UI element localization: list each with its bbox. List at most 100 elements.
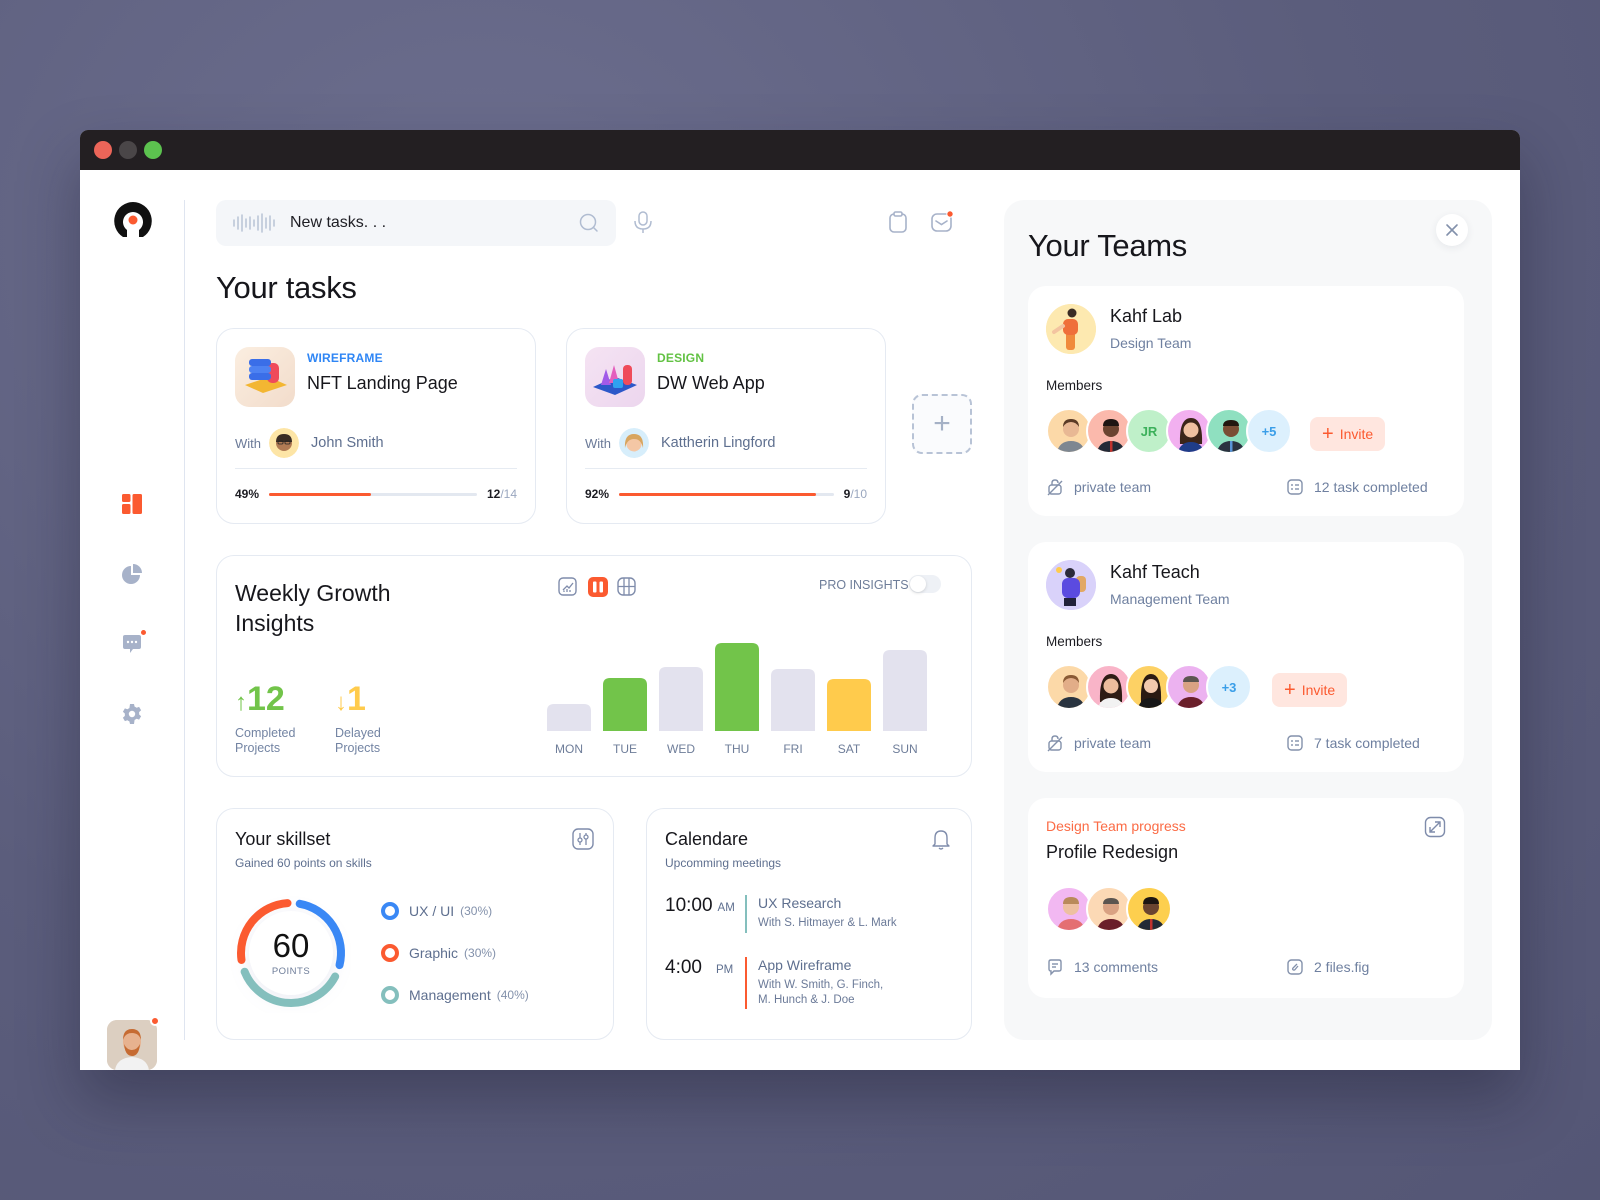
pie-chart-icon bbox=[122, 564, 142, 584]
search-icon[interactable] bbox=[578, 212, 600, 234]
close-panel-button[interactable] bbox=[1436, 214, 1468, 246]
task-thumbnail bbox=[585, 347, 645, 407]
grid-icon[interactable] bbox=[616, 576, 638, 598]
task-count: 9/10 bbox=[844, 487, 867, 501]
task-category: WIREFRAME bbox=[307, 351, 383, 365]
bar-fri[interactable] bbox=[771, 669, 815, 731]
add-task-button[interactable]: + bbox=[912, 394, 972, 454]
sliders-icon[interactable] bbox=[571, 827, 595, 851]
team-card[interactable]: Kahf Lab Design Team Members JR +5 + Invi… bbox=[1028, 286, 1464, 516]
member-avatars: JR +5 bbox=[1046, 408, 1292, 454]
maximize-window-button[interactable] bbox=[144, 141, 162, 159]
legend-item: Graphic (30%) bbox=[381, 943, 529, 963]
calendar-subtitle: Upcomming meetings bbox=[665, 856, 782, 870]
task-card[interactable]: DESIGN DW Web App With Kattherin Lingfor… bbox=[566, 328, 886, 524]
meeting-time: 4:00 PM bbox=[665, 957, 745, 1009]
assignee-avatar bbox=[269, 428, 299, 458]
invite-button[interactable]: + Invite bbox=[1310, 417, 1386, 451]
member-avatar[interactable] bbox=[1126, 886, 1172, 932]
bar-wed[interactable] bbox=[659, 667, 703, 731]
files-count[interactable]: 2 files.fig bbox=[1286, 958, 1369, 976]
skills-legend: UX / UI (30%) Graphic (30%) Management (… bbox=[381, 901, 529, 1005]
invite-label: Invite bbox=[1339, 426, 1374, 442]
comments-count[interactable]: 13 comments bbox=[1046, 958, 1158, 976]
privacy-label: private team bbox=[1074, 479, 1152, 495]
bell-icon[interactable] bbox=[929, 827, 953, 851]
done-count: 12 bbox=[486, 487, 501, 501]
tasks-completed-label: 12 task completed bbox=[1314, 479, 1428, 495]
bar-tue[interactable] bbox=[603, 678, 647, 731]
x-tick-label: THU bbox=[725, 742, 750, 756]
app-window: Your tasks WIREFRAME NFT Landing Page Wi… bbox=[80, 130, 1520, 1070]
skillset-card: Your skillset Gained 60 points on skills… bbox=[216, 808, 614, 1040]
comments-label: 13 comments bbox=[1074, 959, 1159, 975]
delayed-value: 1 bbox=[347, 680, 366, 718]
minimize-window-button[interactable] bbox=[119, 141, 137, 159]
legend-item: Management (40%) bbox=[381, 985, 529, 1005]
sidebar bbox=[80, 170, 184, 1070]
assignee-name: Kattherin Lingford bbox=[661, 435, 776, 451]
app-logo[interactable] bbox=[112, 200, 154, 242]
team-avatar bbox=[1046, 304, 1096, 354]
pro-insights-toggle[interactable] bbox=[909, 575, 941, 593]
x-tick-label: TUE bbox=[613, 742, 637, 756]
growth-title: Weekly Growth Insights bbox=[235, 580, 391, 636]
bar-thu[interactable] bbox=[715, 643, 759, 731]
pro-insights-label: PRO INSIGHTS bbox=[819, 578, 909, 592]
task-category: DESIGN bbox=[657, 351, 705, 365]
weekly-bar-chart: MON TUE WED THU FRI SAT SUN bbox=[547, 643, 927, 756]
task-assignee: With Kattherin Lingford bbox=[585, 428, 775, 458]
books-illustration-icon bbox=[245, 359, 287, 393]
bar-chart-icon[interactable] bbox=[587, 576, 609, 598]
bar-mon[interactable] bbox=[547, 704, 591, 731]
progress-track bbox=[619, 492, 834, 496]
bar-sun[interactable] bbox=[883, 650, 927, 731]
meeting-color-bar bbox=[745, 957, 747, 1009]
progress-track bbox=[269, 492, 477, 496]
up-arrow-icon: ↑ bbox=[235, 689, 247, 716]
member-avatars: +3 bbox=[1046, 664, 1252, 710]
team-progress-card[interactable]: Design Team progress Profile Redesign 13… bbox=[1028, 798, 1464, 998]
team-illustration bbox=[1046, 560, 1096, 610]
task-count: 12/14 bbox=[487, 487, 517, 501]
assignee-name: John Smith bbox=[311, 435, 384, 451]
line-chart-icon[interactable] bbox=[557, 576, 579, 598]
files-label: 2 files.fig bbox=[1314, 959, 1370, 975]
search-input[interactable] bbox=[290, 214, 578, 232]
mic-icon[interactable] bbox=[632, 210, 654, 234]
toggle-knob bbox=[910, 576, 926, 592]
dashboard-icon bbox=[122, 494, 142, 514]
meeting-item[interactable]: 4:00 PM App Wireframe With W. Smith, G. F… bbox=[665, 957, 898, 1009]
invite-button[interactable]: + Invite bbox=[1272, 673, 1348, 707]
sidebar-item-settings[interactable] bbox=[120, 702, 144, 726]
members-label: Members bbox=[1046, 634, 1103, 649]
shapes-illustration-icon bbox=[593, 365, 637, 395]
team-avatar bbox=[1046, 560, 1096, 610]
more-members-count[interactable]: +3 bbox=[1206, 664, 1252, 710]
team-card[interactable]: Kahf Teach Management Team Members +3 + I… bbox=[1028, 542, 1464, 772]
user-avatar[interactable] bbox=[107, 1020, 157, 1070]
notification-badge bbox=[140, 629, 147, 636]
completed-count: ↑12 bbox=[235, 682, 305, 720]
task-search-bar[interactable] bbox=[216, 200, 616, 246]
meeting-participants: With W. Smith, G. Finch, M. Hunch & J. D… bbox=[758, 979, 884, 1006]
legend-percent: (30%) bbox=[460, 904, 493, 918]
close-window-button[interactable] bbox=[94, 141, 112, 159]
completed-stat: ↑12 Completed Projects bbox=[235, 682, 305, 756]
delayed-count: ↓1 bbox=[335, 682, 395, 720]
sidebar-item-messages[interactable] bbox=[120, 629, 147, 656]
meeting-item[interactable]: 10:00 AM UX Research With S. Hitmayer & L… bbox=[665, 895, 897, 933]
down-arrow-icon: ↓ bbox=[335, 689, 347, 716]
more-members-count[interactable]: +5 bbox=[1246, 408, 1292, 454]
sidebar-item-analytics[interactable] bbox=[120, 562, 144, 586]
clipboard-icon[interactable] bbox=[886, 210, 910, 234]
sidebar-item-dashboard[interactable] bbox=[120, 492, 144, 516]
x-tick-label: WED bbox=[667, 742, 695, 756]
bar-sat[interactable] bbox=[827, 679, 871, 731]
expand-icon[interactable] bbox=[1424, 816, 1446, 838]
private-icon bbox=[1047, 735, 1063, 752]
task-card[interactable]: WIREFRAME NFT Landing Page With John Smi… bbox=[216, 328, 536, 524]
time-value: 10:00 bbox=[665, 895, 713, 916]
inbox-icon[interactable] bbox=[930, 210, 954, 234]
calendar-card: Calendare Upcomming meetings 10:00 AM UX … bbox=[646, 808, 972, 1040]
